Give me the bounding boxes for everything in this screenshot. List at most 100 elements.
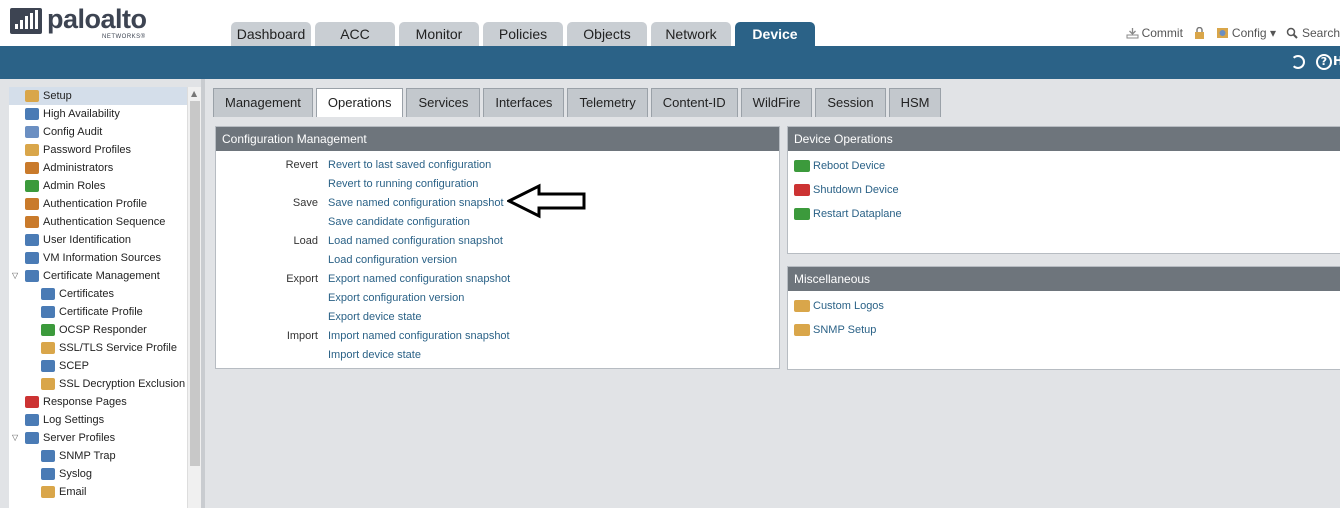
main-tab-device[interactable]: Device [735,22,815,46]
sidebar-item-label: VM Information Sources [43,252,161,264]
sub-tab-operations[interactable]: Operations [315,88,404,117]
config-row: Save candidate configuration [216,213,779,232]
config-action-link[interactable]: Revert to running configuration [328,175,478,194]
header-actions: Commit Config ▾ Search [1126,26,1340,40]
device-operations-panel: Device Operations Reboot Device Shutdown … [787,126,1340,254]
config-action-link[interactable]: Revert to last saved configuration [328,156,491,175]
operation-link[interactable]: Restart Dataplane [794,205,902,223]
reboot-icon [794,160,810,172]
sidebar-item[interactable]: Syslog [9,465,187,483]
sidebar-item[interactable]: ▽ Server Profiles [9,429,187,447]
sidebar-item[interactable]: SCEP [9,357,187,375]
sidebar-item[interactable]: ▽ Certificate Management [9,267,187,285]
sidebar-item[interactable]: Log Settings [9,411,187,429]
sidebar-item-label: SSL/TLS Service Profile [59,342,177,354]
config-menu-button[interactable]: Config ▾ [1216,26,1276,40]
sidebar-item[interactable]: User Identification [9,231,187,249]
operation-link[interactable]: Shutdown Device [794,181,899,199]
main-tab-policies[interactable]: Policies [483,22,563,46]
config-row: Export Export named configuration snapsho… [216,270,779,289]
sub-tab-interfaces[interactable]: Interfaces [483,88,565,117]
sidebar-item[interactable]: Email [9,483,187,501]
operation-link[interactable]: SNMP Setup [794,321,876,339]
sidebar-item[interactable]: VM Information Sources [9,249,187,267]
config-action-link[interactable]: Export device state [328,308,422,327]
config-action-link[interactable]: Export named configuration snapshot [328,270,510,289]
commit-icon [1126,28,1139,39]
admin-roles-icon [25,180,39,192]
sub-tab-wildfire[interactable]: WildFire [740,88,813,117]
sidebar-item[interactable]: Administrators [9,159,187,177]
admin-icon [25,162,39,174]
sidebar-item[interactable]: SNMP Trap [9,447,187,465]
sidebar-item-label: Server Profiles [43,432,116,444]
config-action-link[interactable]: Load named configuration snapshot [328,232,503,251]
search-label: Search [1301,26,1340,40]
sub-tab-session[interactable]: Session [815,88,886,117]
sidebar-item[interactable]: Certificate Profile [9,303,187,321]
main-tab-acc[interactable]: ACC [315,22,395,46]
operation-label: Shutdown Device [813,184,899,196]
expand-toggle-icon[interactable]: ▽ [12,429,18,447]
sidebar-item[interactable]: High Availability [9,105,187,123]
operation-link[interactable]: Reboot Device [794,157,885,175]
config-row: Import device state [216,346,779,365]
sidebar-item[interactable]: Response Pages [9,393,187,411]
config-action-link[interactable]: Save candidate configuration [328,213,470,232]
help-label[interactable]: H [1333,54,1340,68]
sub-tab-management[interactable]: Management [213,88,313,117]
restart-icon [794,208,810,220]
sidebar-splitter[interactable] [201,79,205,508]
operation-link[interactable]: Custom Logos [794,297,884,315]
paloalto-logo: paloalto NETWORKS® [10,4,160,44]
sub-tab-hsm[interactable]: HSM [888,88,942,117]
scroll-up-icon[interactable]: ▲ [191,89,197,98]
sidebar-item[interactable]: Admin Roles [9,177,187,195]
config-row: Revert to running configuration [216,175,779,194]
commit-button[interactable]: Commit [1126,26,1183,40]
scroll-thumb[interactable] [190,101,200,466]
sidebar-item[interactable]: OCSP Responder [9,321,187,339]
sidebar-item[interactable]: Password Profiles [9,141,187,159]
miscellaneous-panel: Miscellaneous Custom Logos SNMP Setup [787,266,1340,370]
sidebar-tree: Setup High Availability Config Audit Passwo… [9,87,201,508]
main-tab-network[interactable]: Network [651,22,731,46]
sidebar-item[interactable]: Setup [9,87,187,105]
toolbar-bar: ? H [0,46,1340,79]
sidebar-item[interactable]: Config Audit [9,123,187,141]
operation-label: Reboot Device [813,160,886,172]
main-tab-dashboard[interactable]: Dashboard [231,22,311,46]
logo-mark-icon [10,8,42,34]
sidebar-item[interactable]: SSL/TLS Service Profile [9,339,187,357]
sub-tab-services[interactable]: Services [406,88,481,117]
config-action-link[interactable]: Import device state [328,346,421,365]
sidebar-item-label: Administrators [43,162,114,174]
cert-profile-icon [41,306,55,318]
sidebar-item-label: SNMP Trap [59,450,116,462]
sidebar-item[interactable]: SSL Decryption Exclusion [9,375,187,393]
sub-tab-content-id[interactable]: Content-ID [650,88,738,117]
config-action-link[interactable]: Import named configuration snapshot [328,327,510,346]
config-action-link[interactable]: Load configuration version [328,251,457,270]
main-tab-objects[interactable]: Objects [567,22,647,46]
sidebar-item-label: SSL Decryption Exclusion [59,378,186,390]
ha-icon [25,108,39,120]
search-button[interactable]: Search [1286,26,1340,40]
sidebar-item[interactable]: Certificates [9,285,187,303]
sidebar-item[interactable]: Authentication Profile [9,195,187,213]
scep-icon [41,360,55,372]
refresh-icon[interactable] [1291,55,1305,69]
help-icon[interactable]: ? [1316,54,1332,70]
main-tab-monitor[interactable]: Monitor [399,22,479,46]
expand-toggle-icon[interactable]: ▽ [12,267,18,285]
config-action-link[interactable]: Export configuration version [328,289,464,308]
config-action-link[interactable]: Save named configuration snapshot [328,194,504,213]
sidebar-item-label: Certificates [59,288,115,300]
sidebar-item[interactable]: Authentication Sequence [9,213,187,231]
annotation-arrow-icon [507,183,586,219]
lock-button[interactable] [1193,26,1206,40]
sidebar-scrollbar[interactable]: ▲ [187,87,201,508]
sidebar-item-label: Certificate Management [43,270,160,282]
cert-mgmt-icon [25,270,39,282]
sub-tab-telemetry[interactable]: Telemetry [567,88,648,117]
